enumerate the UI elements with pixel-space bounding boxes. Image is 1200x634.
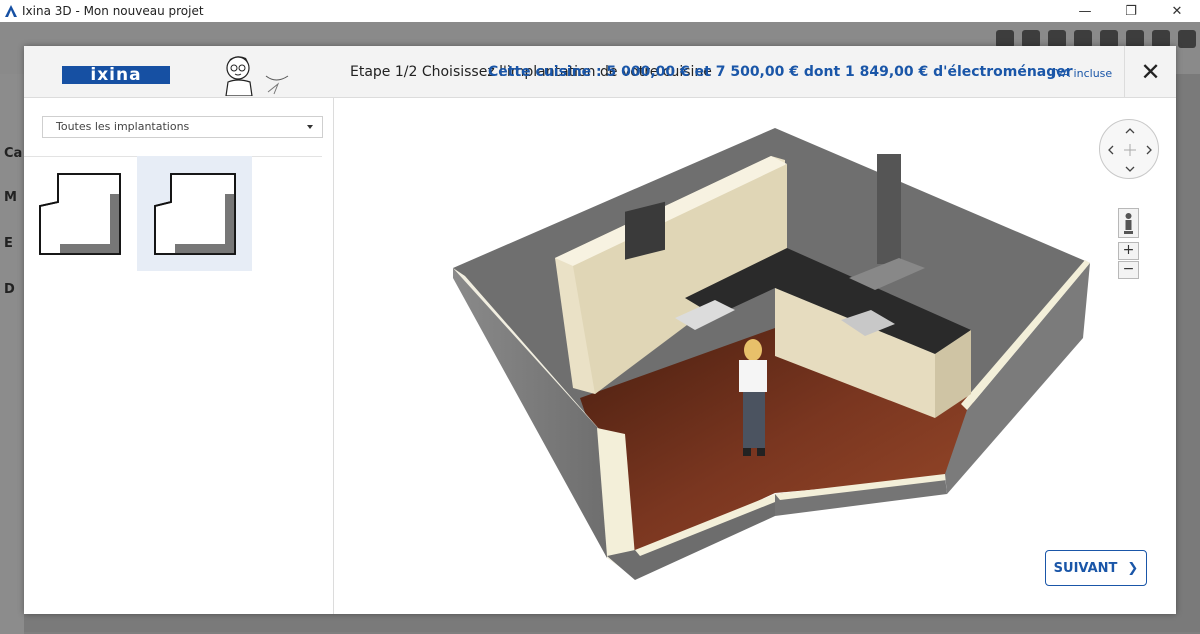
layout-filter-value: Toutes les implantations xyxy=(56,120,190,133)
zoom-out-button[interactable]: − xyxy=(1118,261,1139,279)
ixina-logo: ixina xyxy=(62,66,170,84)
close-icon: ✕ xyxy=(1171,3,1183,19)
price-summary: Cette cuisine : 5 000,00 € et 7 500,00 €… xyxy=(488,64,1073,80)
restore-button[interactable]: ❐ xyxy=(1108,0,1154,22)
sidebar-letter: E xyxy=(4,236,13,251)
person-view-icon xyxy=(1124,213,1133,234)
next-step-button[interactable]: SUIVANT ❯ xyxy=(1045,550,1147,586)
orbit-arrows-icon xyxy=(1108,128,1152,172)
layout-filter-select[interactable]: Toutes les implantations xyxy=(42,116,323,138)
3d-viewport[interactable]: + − SUIVANT ❯ xyxy=(335,98,1176,614)
close-window-button[interactable]: ✕ xyxy=(1154,0,1200,22)
next-button-label: SUIVANT xyxy=(1053,560,1118,576)
zoom-in-button[interactable]: + xyxy=(1118,242,1139,260)
layout-option-l-shape-1[interactable] xyxy=(24,156,139,271)
close-dialog-button[interactable]: ✕ xyxy=(1124,46,1176,98)
layout-list-panel: Toutes les implantations xyxy=(24,98,334,614)
chevron-right-icon: ❯ xyxy=(1127,560,1139,576)
extractor-hood-chimney xyxy=(877,154,901,264)
window-title: Ixina 3D - Mon nouveau projet xyxy=(22,4,204,18)
sidebar-letter: D xyxy=(4,282,15,297)
mascot-illustration xyxy=(225,56,289,96)
minimize-icon: — xyxy=(1078,3,1092,19)
l-shape-layout-icon xyxy=(154,173,236,255)
window-titlebar: Ixina 3D - Mon nouveau projet — ❐ ✕ xyxy=(0,0,1200,22)
oven xyxy=(625,201,665,260)
first-person-view-button[interactable] xyxy=(1118,208,1139,238)
zoom-control: + − xyxy=(1118,208,1139,283)
minimize-button[interactable]: — xyxy=(1062,0,1108,22)
dialog-header: ixina Etape 1/2 Choisissez l'implantatio… xyxy=(24,46,1176,98)
layout-selection-dialog: ixina Etape 1/2 Choisissez l'implantatio… xyxy=(24,46,1176,614)
sidebar-letter: Ca xyxy=(4,146,23,161)
layout-option-l-shape-2[interactable] xyxy=(137,156,252,271)
tva-label: TVA incluse xyxy=(1049,67,1113,80)
kitchen-3d-scene xyxy=(453,128,1090,580)
orbit-navigation-control[interactable] xyxy=(1099,119,1159,179)
ixina-app-icon xyxy=(5,5,17,17)
settings-icon xyxy=(1178,30,1196,48)
background-sidebar: Ca M E D xyxy=(0,74,24,634)
restore-icon: ❐ xyxy=(1125,3,1137,19)
sidebar-letter: M xyxy=(4,190,17,205)
chevron-down-icon xyxy=(307,125,313,129)
l-shape-layout-icon xyxy=(39,173,121,255)
close-icon: ✕ xyxy=(1140,58,1161,86)
